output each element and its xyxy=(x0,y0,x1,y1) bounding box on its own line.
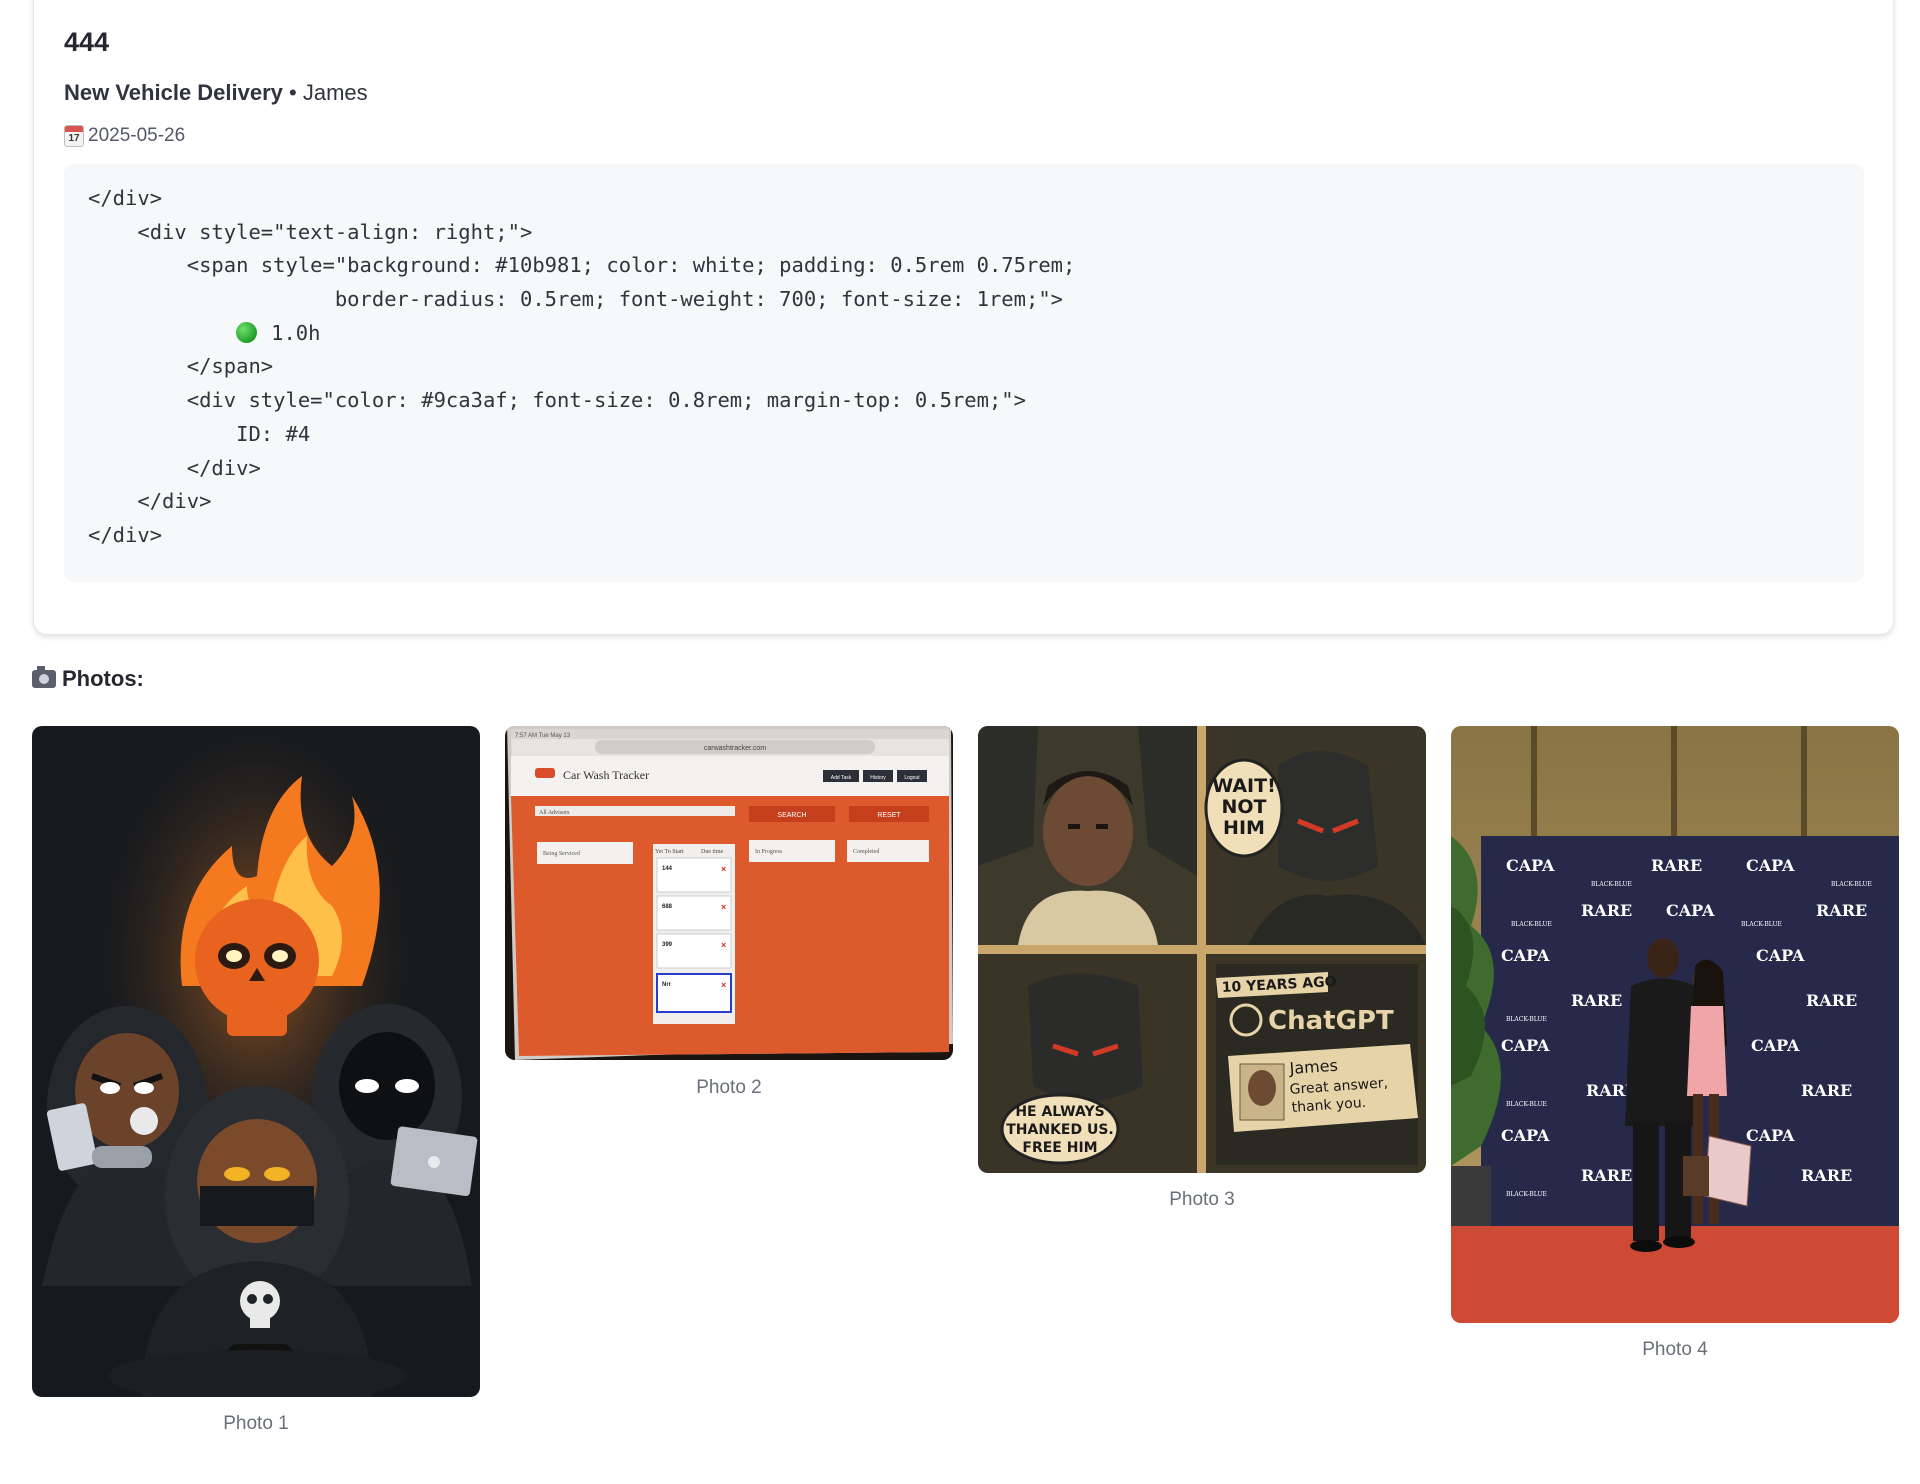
photo-3-caption: Photo 3 xyxy=(1169,1189,1235,1210)
photo-3-image: WAIT! NOT HIM HE ALWAYS THANKED US. FREE… xyxy=(978,726,1426,1173)
svg-text:×: × xyxy=(721,902,726,912)
separator: • xyxy=(282,80,303,105)
task-name: New Vehicle Delivery xyxy=(64,80,283,105)
bubble-2-line-3: FREE HIM xyxy=(1022,1140,1097,1156)
backdrop-word-17: RARE xyxy=(1581,1166,1632,1185)
backdrop-word-5: CAPA xyxy=(1666,901,1715,920)
calendar-icon-day: 17 xyxy=(68,133,80,144)
screen-column-4: In Progress xyxy=(755,849,783,855)
backdrop-small-7: BLACK-BLUE xyxy=(1506,1191,1547,1198)
code-line: <span style="background: #10b981; color:… xyxy=(88,253,1076,278)
screen-button-logout: Logout xyxy=(904,775,920,781)
status-bar-time: 7:57 AM Tue May 13 xyxy=(515,733,571,739)
backdrop-word-15: CAPA xyxy=(1501,1126,1550,1145)
bubble-1-line-1: WAIT! xyxy=(1212,775,1276,797)
code-line: </div> xyxy=(88,522,163,547)
bubble-1-line-3: HIM xyxy=(1223,817,1265,839)
task-date-value: 2025-05-26 xyxy=(88,125,186,146)
code-line: </div> xyxy=(88,186,163,210)
photo-1-image xyxy=(32,726,480,1397)
backdrop-word-18: RARE xyxy=(1801,1166,1852,1185)
bubble-1-line-2: NOT xyxy=(1221,796,1266,818)
screen-row-1: 144 xyxy=(662,866,673,872)
photo-1[interactable] xyxy=(32,726,480,1397)
backdrop-word-1: CAPA xyxy=(1506,856,1555,875)
backdrop-word-9: RARE xyxy=(1571,991,1622,1010)
backdrop-word-4: RARE xyxy=(1581,901,1632,920)
screen-row-2: 688 xyxy=(662,904,673,910)
chatgpt-brand: ChatGPT xyxy=(1268,1006,1394,1036)
svg-text:×: × xyxy=(721,940,726,950)
screen-row-4: Nrr xyxy=(662,982,672,988)
screen-column-3: Due time xyxy=(701,849,723,855)
backdrop-small-4: BLACK-BLUE xyxy=(1741,921,1782,928)
backdrop-word-3: CAPA xyxy=(1746,856,1795,875)
screen-filter: All Advisors xyxy=(539,810,570,816)
screen-reset: RESET xyxy=(877,812,901,819)
code-line: </div> xyxy=(88,489,212,514)
backdrop-word-8: CAPA xyxy=(1756,946,1805,965)
code-line-hours: 1.0h xyxy=(88,317,1840,351)
photo-2-image: 7:57 AM Tue May 13 carwashtracker.com Ca… xyxy=(505,726,953,1060)
photo-4-caption: Photo 4 xyxy=(1642,1339,1708,1360)
screen-url: carwashtracker.com xyxy=(704,745,766,752)
screen-column-2: Yet To Start xyxy=(655,849,684,855)
photo-3[interactable]: WAIT! NOT HIM HE ALWAYS THANKED US. FREE… xyxy=(978,726,1426,1173)
code-line: </span> xyxy=(88,354,274,379)
photo-2-caption: Photo 2 xyxy=(696,1077,762,1098)
hours-value: 1.0h xyxy=(271,320,321,345)
photo-4-image: CAPA RARE CAPA RARE CAPA RARE CAPA CAPA … xyxy=(1451,726,1899,1323)
screen-search: SEARCH xyxy=(777,812,806,819)
task-title-line: New Vehicle Delivery • James xyxy=(64,80,368,106)
task-card: 444 New Vehicle Delivery • James 17 2025… xyxy=(33,0,1894,635)
screen-column-5: Completed xyxy=(853,849,879,855)
backdrop-small-6: BLACK-BLUE xyxy=(1506,1101,1547,1108)
backdrop-word-7: CAPA xyxy=(1501,946,1550,965)
photos-heading: Photos: xyxy=(32,666,144,692)
backdrop-word-2: RARE xyxy=(1651,856,1702,875)
code-line: ID: #4 xyxy=(88,421,311,446)
screen-button-history: History xyxy=(870,775,886,781)
backdrop-word-16: CAPA xyxy=(1746,1126,1795,1145)
backdrop-word-6: RARE xyxy=(1816,901,1867,920)
calendar-icon: 17 xyxy=(64,125,84,147)
screen-row-3: 399 xyxy=(662,942,673,948)
svg-text:×: × xyxy=(721,864,726,874)
svg-text:×: × xyxy=(721,980,726,990)
task-person: James xyxy=(302,80,368,105)
task-id: 444 xyxy=(64,27,110,57)
photo-1-caption: Photo 1 xyxy=(223,1413,289,1434)
code-line: <div style="text-align: right;"> xyxy=(88,219,533,244)
code-line: border-radius: 0.5rem; font-weight: 700;… xyxy=(88,287,1064,312)
backdrop-word-11: CAPA xyxy=(1501,1036,1550,1055)
task-date: 17 2025-05-26 xyxy=(64,125,185,147)
backdrop-small-5: BLACK-BLUE xyxy=(1506,1016,1547,1023)
photo-4[interactable]: CAPA RARE CAPA RARE CAPA RARE CAPA CAPA … xyxy=(1451,726,1899,1323)
screen-title: Car Wash Tracker xyxy=(563,768,649,782)
code-block: </div> <div style="text-align: right;"> … xyxy=(64,164,1864,582)
code-line: </div> xyxy=(88,455,261,480)
backdrop-small-3: BLACK-BLUE xyxy=(1511,921,1552,928)
screen-column-1: Being Serviced xyxy=(543,851,580,857)
bubble-2-line-2: THANKED US. xyxy=(1006,1122,1114,1138)
backdrop-small-2: BLACK-BLUE xyxy=(1831,881,1872,888)
code-line: <div style="color: #9ca3af; font-size: 0… xyxy=(88,388,1026,413)
backdrop-word-10: RARE xyxy=(1806,991,1857,1010)
card-name: James xyxy=(1288,1056,1339,1078)
photos-heading-label: Photos: xyxy=(62,666,144,691)
backdrop-small-1: BLACK-BLUE xyxy=(1591,881,1632,888)
photo-2[interactable]: 7:57 AM Tue May 13 carwashtracker.com Ca… xyxy=(505,726,953,1060)
bubble-2-line-1: HE ALWAYS xyxy=(1015,1104,1104,1120)
screen-button-add-task: Add Task xyxy=(831,775,852,781)
backdrop-word-14: RARE xyxy=(1801,1081,1852,1100)
backdrop-word-12: CAPA xyxy=(1751,1036,1800,1055)
green-circle-icon xyxy=(236,321,258,343)
camera-icon xyxy=(32,666,56,688)
